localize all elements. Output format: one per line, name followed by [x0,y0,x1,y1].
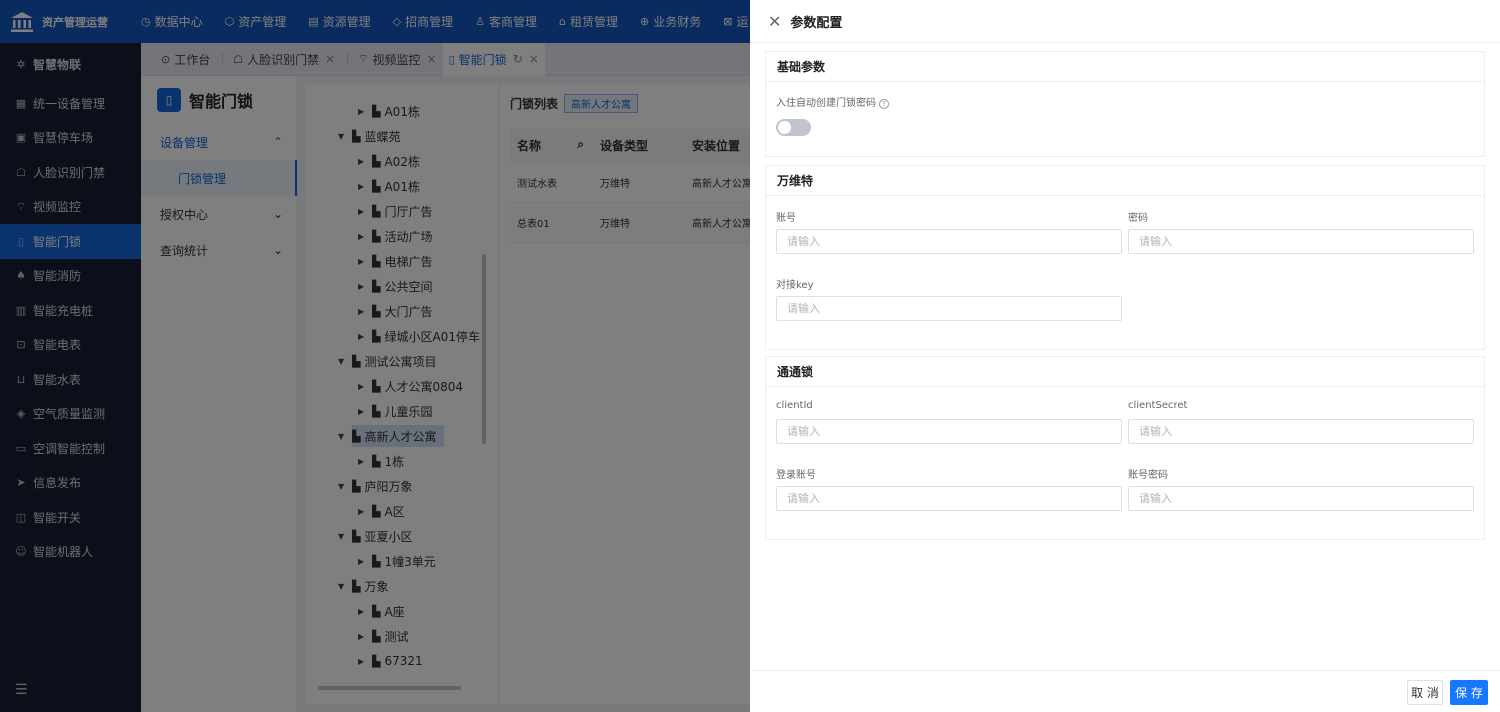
account-label: 账号 [776,213,796,224]
client-secret-input[interactable] [1128,419,1474,444]
drawer-footer: 取 消 保 存 [750,670,1500,712]
save-button[interactable]: 保 存 [1450,680,1488,705]
login-account-label: 登录账号 [776,470,816,481]
password-label: 密码 [1128,213,1148,224]
login-password-input[interactable] [1128,486,1474,511]
wanweite-title: 万维特 [766,166,1484,196]
client-secret-label: clientSecret [1128,400,1188,411]
tongtong-card: 通通锁 clientId clientSecret 登录账号 账号密码 [765,356,1485,540]
app-root: 资产管理运营 ◷数据中心⬡资产管理▤资源管理◇招商管理♙客商管理⌂租赁管理⊕业务… [0,0,1500,712]
drawer-header: ✕ 参数配置 [750,0,1500,43]
auto-create-password-switch[interactable] [776,119,811,136]
account-input[interactable] [776,229,1122,254]
help-icon[interactable]: ? [879,99,889,109]
key-label: 对接key [776,280,814,291]
close-icon[interactable]: ✕ [768,12,781,31]
key-input[interactable] [776,296,1122,321]
client-id-label: clientId [776,400,813,411]
client-id-input[interactable] [776,419,1122,444]
basic-params-title: 基础参数 [766,52,1484,82]
login-account-input[interactable] [776,486,1122,511]
switch-knob [778,121,791,134]
cancel-button[interactable]: 取 消 [1407,680,1443,705]
auto-create-password-label: 入住自动创建门锁密码? [776,94,889,109]
login-password-label: 账号密码 [1128,470,1168,481]
drawer-title: 参数配置 [790,15,843,31]
tongtong-title: 通通锁 [766,357,1484,387]
auto-create-password-label-text: 入住自动创建门锁密码 [776,98,876,109]
wanweite-card: 万维特 账号 密码 对接key [765,165,1485,350]
param-config-drawer: ✕ 参数配置 基础参数 入住自动创建门锁密码? 万维特 账号 密码 对接key … [750,0,1500,712]
basic-params-card: 基础参数 入住自动创建门锁密码? [765,51,1485,157]
password-input[interactable] [1128,229,1474,254]
